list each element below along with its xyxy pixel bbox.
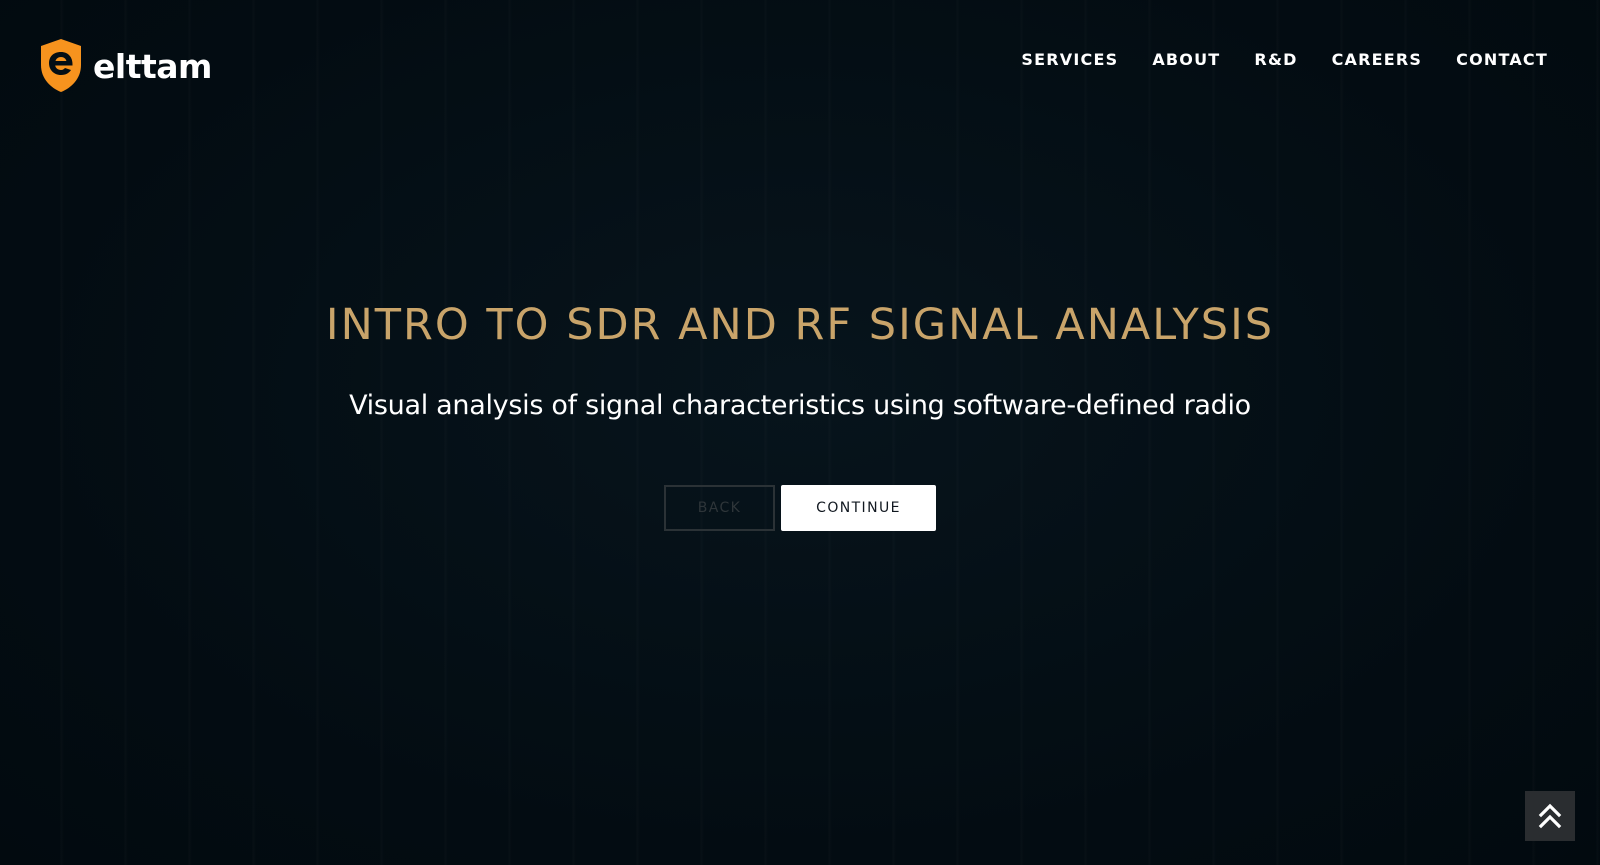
scroll-to-top-button[interactable] xyxy=(1525,791,1575,841)
logo-link[interactable]: elttam xyxy=(37,37,212,93)
nav-item-rnd[interactable]: R&D xyxy=(1254,50,1297,69)
hero-subtitle: Visual analysis of signal characteristic… xyxy=(349,389,1251,421)
brand-name: elttam xyxy=(93,46,212,86)
hero-title: INTRO TO SDR AND RF SIGNAL ANALYSIS xyxy=(325,300,1275,350)
nav-item-careers[interactable]: CAREERS xyxy=(1332,50,1423,69)
nav-item-about[interactable]: ABOUT xyxy=(1152,50,1220,69)
nav-item-contact[interactable]: CONTACT xyxy=(1456,50,1548,69)
site-header: elttam SERVICES ABOUT R&D CAREERS CONTAC… xyxy=(0,0,1600,120)
hero-section: INTRO TO SDR AND RF SIGNAL ANALYSIS Visu… xyxy=(0,300,1600,531)
nav-item-services[interactable]: SERVICES xyxy=(1021,50,1118,69)
double-chevron-up-icon xyxy=(1538,803,1562,829)
back-button[interactable]: BACK xyxy=(664,484,775,531)
hero-button-group: BACK CONTINUE xyxy=(0,484,1600,531)
shield-logo-icon xyxy=(41,39,81,92)
continue-button[interactable]: CONTINUE xyxy=(781,484,936,531)
main-nav: SERVICES ABOUT R&D CAREERS CONTACT xyxy=(987,50,1548,69)
